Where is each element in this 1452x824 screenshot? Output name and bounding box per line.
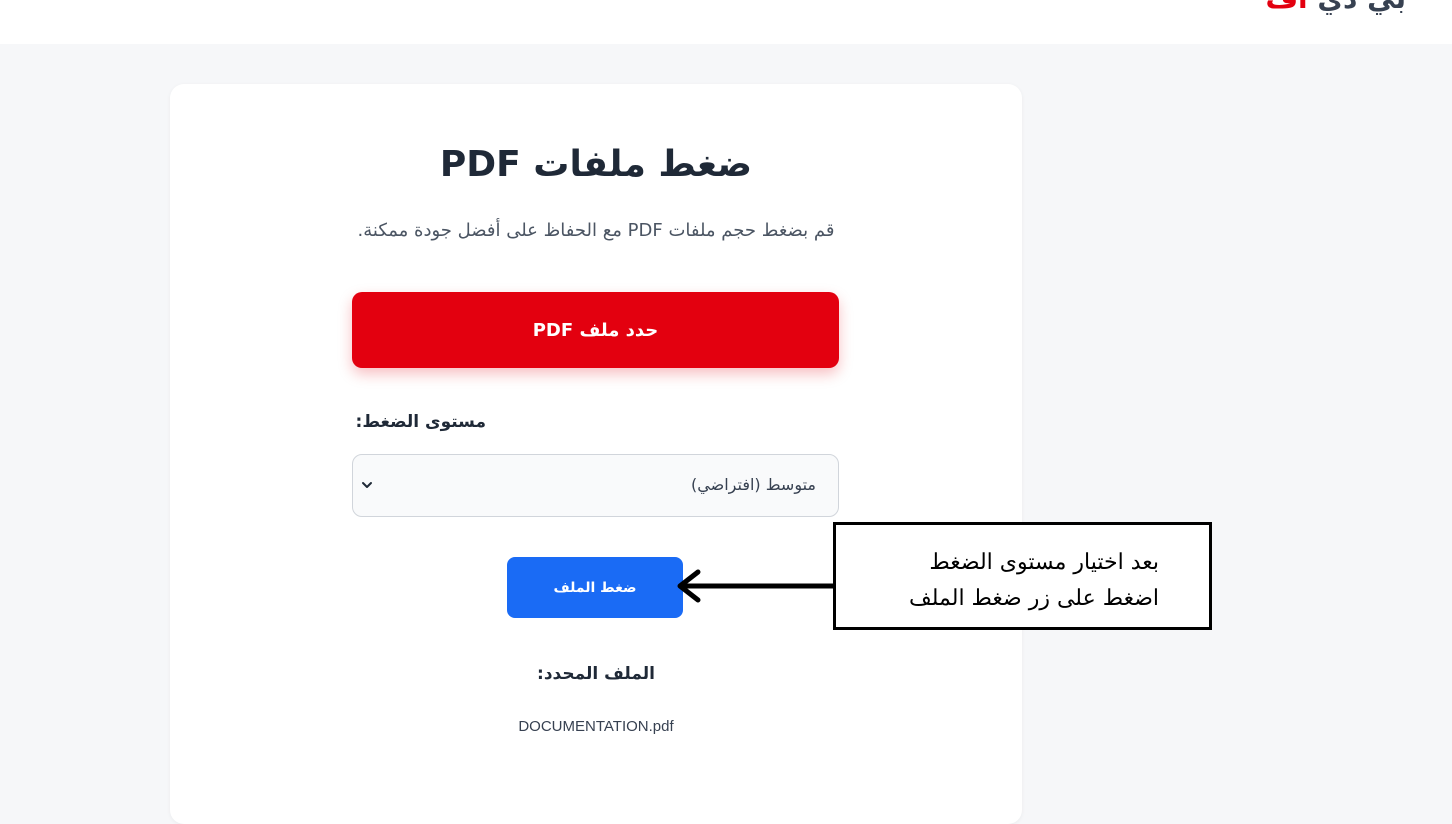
arrow-left-icon bbox=[677, 569, 836, 603]
logo-text-dark: بي دي bbox=[1317, 0, 1406, 15]
logo-text-red: اف bbox=[1266, 0, 1308, 15]
site-logo[interactable]: بي دي اف bbox=[1266, 0, 1407, 14]
callout-line-2: اضغط على زر ضغط الملف bbox=[908, 586, 1159, 611]
compression-level-label: مستوى الضغط: bbox=[355, 412, 486, 432]
chevron-down-icon bbox=[362, 482, 372, 488]
select-pdf-button[interactable]: حدد ملف PDF bbox=[352, 292, 839, 368]
instruction-callout: بعد اختيار مستوى الضغط اضغط على زر ضغط ا… bbox=[833, 522, 1212, 630]
compress-file-button[interactable]: ضغط الملف bbox=[507, 557, 683, 618]
page-subtitle: قم بضغط حجم ملفات PDF مع الحفاظ على أفضل… bbox=[357, 220, 835, 241]
top-navbar: بي دي اف bbox=[0, 0, 1452, 44]
compression-level-value: متوسط (افتراضي) bbox=[691, 475, 816, 494]
selected-file-name: DOCUMENTATION.pdf bbox=[518, 718, 674, 735]
callout-line-1: بعد اختيار مستوى الضغط bbox=[929, 550, 1159, 575]
selected-file-label: الملف المحدد: bbox=[537, 664, 655, 684]
page-title: ضغط ملفات PDF bbox=[439, 144, 753, 185]
compress-tool-card: ضغط ملفات PDF قم بضغط حجم ملفات PDF مع ا… bbox=[170, 84, 1022, 824]
compression-level-select[interactable]: متوسط (افتراضي) bbox=[352, 454, 839, 517]
